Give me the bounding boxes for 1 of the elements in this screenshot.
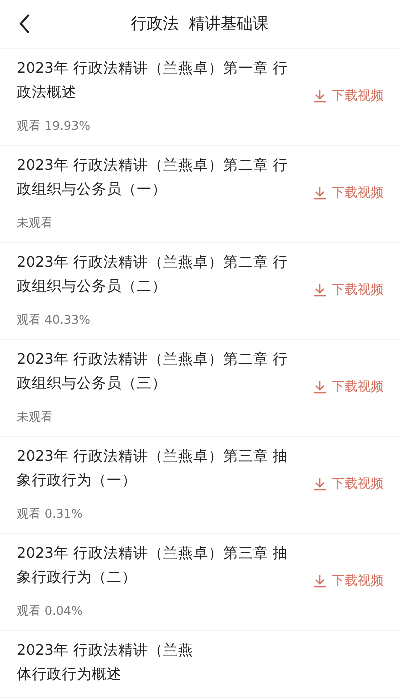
page-title: 行政法 精讲基础课	[130, 14, 270, 34]
